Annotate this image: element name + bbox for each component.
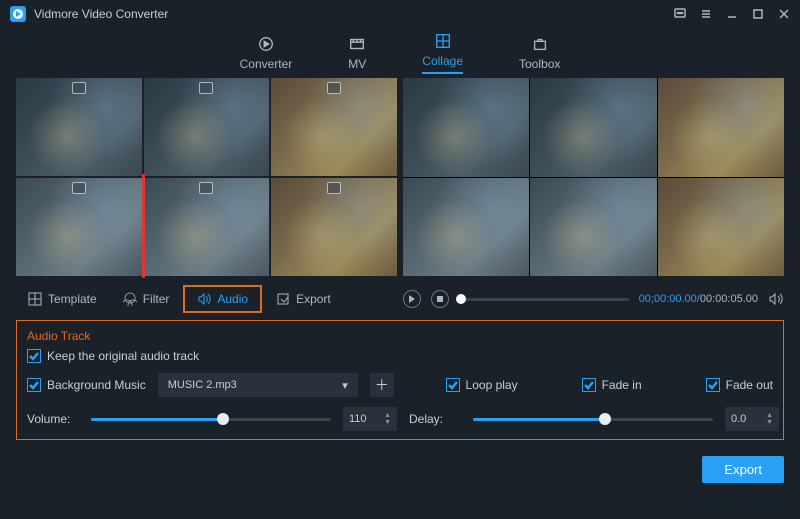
image-icon <box>199 82 213 94</box>
checkbox-label: Background Music <box>47 378 146 392</box>
delay-input[interactable]: 0.0▲▼ <box>725 407 779 431</box>
collage-cell[interactable] <box>144 78 270 176</box>
tab-toolbox[interactable]: Toolbox <box>519 35 560 71</box>
collage-grid[interactable] <box>16 78 397 276</box>
checkbox-label: Loop play <box>466 378 518 392</box>
subtab-label: Audio <box>217 292 248 306</box>
subtab-audio[interactable]: Audio <box>183 285 262 313</box>
collage-cell[interactable] <box>16 178 142 276</box>
maximize-icon[interactable] <box>752 8 764 20</box>
play-button[interactable] <box>403 290 421 308</box>
volume-slider[interactable] <box>91 418 331 421</box>
menu-icon[interactable] <box>700 8 712 20</box>
image-icon <box>72 82 86 94</box>
subtab-label: Template <box>48 292 97 306</box>
image-icon <box>199 182 213 194</box>
collage-cell[interactable] <box>144 178 270 276</box>
app-logo <box>10 6 26 22</box>
collage-cell[interactable] <box>16 78 142 176</box>
stop-button[interactable] <box>431 290 449 308</box>
volume-label: Volume: <box>27 412 79 426</box>
spinner[interactable]: ▲▼ <box>384 412 391 426</box>
app-title: Vidmore Video Converter <box>34 7 168 21</box>
image-icon <box>327 182 341 194</box>
seek-slider[interactable] <box>459 298 629 301</box>
checkbox-keep-original[interactable]: Keep the original audio track <box>27 349 199 363</box>
checkbox-label: Fade in <box>602 378 642 392</box>
slider-thumb[interactable] <box>217 413 229 425</box>
delay-slider[interactable] <box>473 418 713 421</box>
mute-icon[interactable] <box>768 291 784 307</box>
close-icon[interactable] <box>778 8 790 20</box>
feedback-icon[interactable] <box>674 8 686 20</box>
export-button[interactable]: Export <box>702 456 784 483</box>
image-icon <box>327 82 341 94</box>
image-icon <box>72 182 86 194</box>
subtab-label: Filter <box>143 292 170 306</box>
chevron-down-icon: ▾ <box>342 379 348 392</box>
tab-collage[interactable]: Collage <box>422 32 463 74</box>
subtab-template[interactable]: Template <box>16 285 109 313</box>
music-select[interactable]: MUSIC 2.mp3 ▾ <box>158 373 358 397</box>
tab-label: Toolbox <box>519 57 560 71</box>
seek-thumb[interactable] <box>456 294 466 304</box>
collage-cell[interactable] <box>271 178 397 276</box>
subtab-export[interactable]: Export <box>264 285 343 313</box>
splitter-handle[interactable] <box>142 174 145 278</box>
tab-label: Collage <box>422 54 463 68</box>
subtab-filter[interactable]: Filter <box>111 285 182 313</box>
slider-thumb[interactable] <box>599 413 611 425</box>
volume-input[interactable]: 110▲▼ <box>343 407 397 431</box>
checkbox-background-music[interactable]: Background Music <box>27 378 146 392</box>
tab-label: Converter <box>240 57 293 71</box>
music-file: MUSIC 2.mp3 <box>168 379 237 391</box>
tab-mv[interactable]: MV <box>348 35 366 71</box>
spinner[interactable]: ▲▼ <box>766 412 773 426</box>
checkbox-loop-play[interactable]: Loop play <box>446 378 518 392</box>
subtab-label: Export <box>296 292 331 306</box>
delay-label: Delay: <box>409 412 461 426</box>
audio-section-title: Audio Track <box>27 329 773 343</box>
preview-canvas <box>403 78 784 276</box>
checkbox-label: Keep the original audio track <box>47 349 199 363</box>
tab-label: MV <box>348 57 366 71</box>
checkbox-fade-out[interactable]: Fade out <box>706 378 773 392</box>
add-music-button[interactable]: ＋ <box>370 373 394 397</box>
audio-panel: Audio Track Keep the original audio trac… <box>16 320 784 440</box>
collage-cell[interactable] <box>271 78 397 176</box>
tab-converter[interactable]: Converter <box>240 35 293 71</box>
checkbox-label: Fade out <box>726 378 773 392</box>
minimize-icon[interactable] <box>726 8 738 20</box>
time-display: 00;00:00.00/00:00:05.00 <box>639 293 758 305</box>
checkbox-fade-in[interactable]: Fade in <box>582 378 642 392</box>
